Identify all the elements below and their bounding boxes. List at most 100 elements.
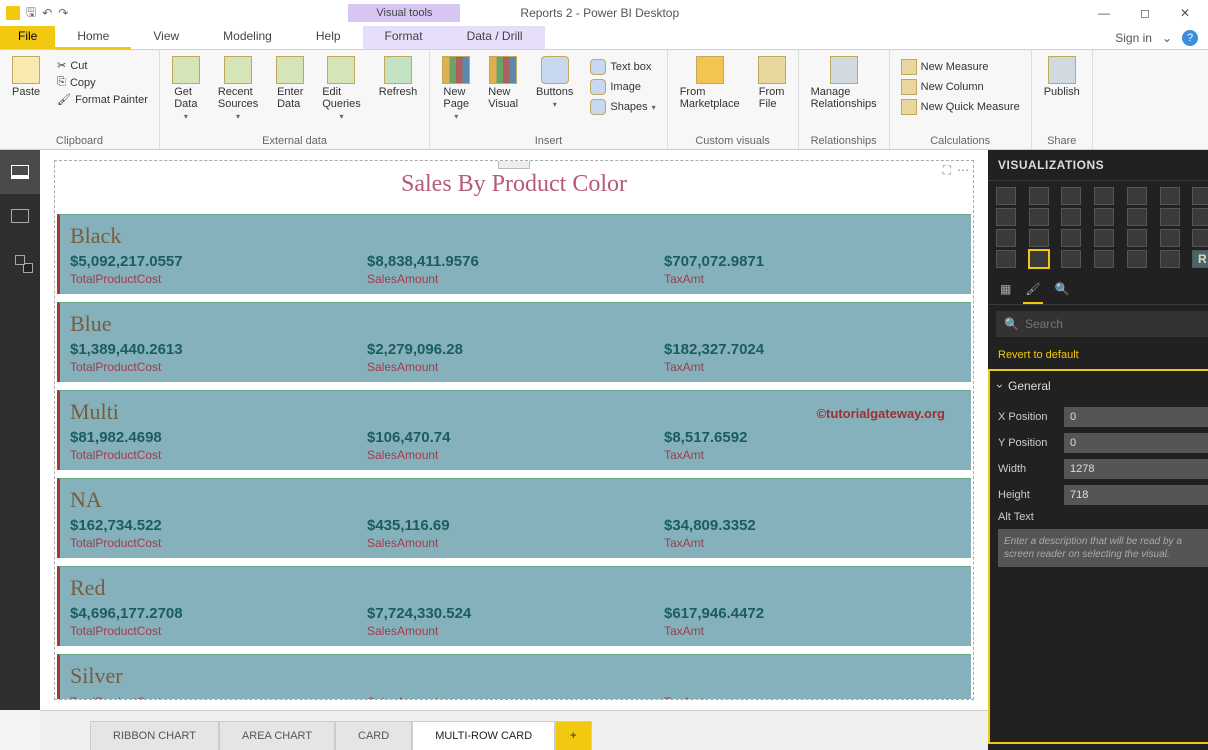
viz-pie-icon[interactable]	[996, 229, 1016, 247]
viz-100-column-icon[interactable]	[1160, 187, 1180, 205]
tab-home[interactable]: Home	[55, 26, 131, 50]
get-data-button[interactable]: Get Data▾	[168, 54, 204, 123]
card-category: Black	[70, 223, 961, 249]
edit-queries-button[interactable]: Edit Queries▾	[318, 54, 365, 123]
viz-waterfall-icon[interactable]	[1160, 208, 1180, 226]
shapes-button[interactable]: Shapes▾	[587, 98, 658, 116]
redo-icon[interactable]: ↷	[58, 6, 68, 20]
tab-help[interactable]: Help	[294, 26, 363, 49]
card-label: SalesAmount	[367, 624, 664, 638]
new-measure-button[interactable]: New Measure	[898, 58, 1023, 76]
add-page-button[interactable]: +	[555, 721, 591, 750]
card-label: SalesAmount	[367, 272, 664, 286]
page-tab-ribbon[interactable]: RIBBON CHART	[90, 721, 219, 750]
viz-filled-map-icon[interactable]	[1127, 229, 1147, 247]
help-icon[interactable]: ?	[1182, 30, 1198, 46]
fields-tab-icon[interactable]: ▦	[1000, 282, 1011, 296]
title-bar: 🖫 ↶ ↷ Visual tools Reports 2 - Power BI …	[0, 0, 1208, 26]
viz-line-stacked-icon[interactable]	[1061, 208, 1081, 226]
refresh-button[interactable]: Refresh	[375, 54, 422, 100]
viz-clustered-bar-icon[interactable]	[1061, 187, 1081, 205]
viz-line-icon[interactable]	[1192, 187, 1208, 205]
card-metric: $617,946.4472	[664, 605, 961, 622]
watermark: ©tutorialgateway.org	[816, 406, 945, 421]
from-marketplace-button[interactable]: From Marketplace	[676, 54, 744, 112]
manage-relationships-button[interactable]: Manage Relationships	[807, 54, 881, 112]
alt-text-area[interactable]: Enter a description that will be read by…	[998, 529, 1208, 567]
paste-button[interactable]: Paste	[8, 54, 44, 100]
undo-icon[interactable]: ↶	[42, 6, 52, 20]
recent-sources-button[interactable]: Recent Sources▾	[214, 54, 262, 123]
search-box[interactable]: 🔍	[996, 311, 1208, 337]
tab-datadrill[interactable]: Data / Drill	[445, 26, 545, 49]
viz-donut-icon[interactable]	[1029, 229, 1049, 247]
viz-clustered-column-icon[interactable]	[1094, 187, 1114, 205]
viz-stacked-area-icon[interactable]	[1029, 208, 1049, 226]
cut-button[interactable]: ✂Cut	[54, 58, 151, 73]
page-tab-card[interactable]: CARD	[335, 721, 412, 750]
x-position-input[interactable]	[1064, 407, 1208, 427]
minimize-button[interactable]: —	[1092, 4, 1116, 22]
right-panel: VISUALIZATIONS › R ▦ 🖌 🔍 🔍 Revert to def…	[988, 150, 1208, 750]
viz-kpi-icon[interactable]	[1061, 250, 1081, 268]
from-file-button[interactable]: From File	[754, 54, 790, 112]
visualizations-header[interactable]: VISUALIZATIONS ›	[988, 150, 1208, 181]
brush-icon: 🖌	[57, 93, 71, 106]
chevron-down-icon[interactable]: ⌄	[1162, 31, 1172, 45]
viz-stacked-bar-icon[interactable]	[996, 187, 1016, 205]
height-input[interactable]	[1064, 485, 1208, 505]
data-view-icon[interactable]	[0, 194, 40, 238]
card-label: TaxAmt	[664, 536, 961, 550]
image-button[interactable]: Image	[587, 78, 658, 96]
report-view-icon[interactable]	[0, 150, 40, 194]
general-header[interactable]: ›General	[998, 377, 1208, 401]
tab-view[interactable]: View	[131, 26, 201, 49]
viz-line-clustered-icon[interactable]	[1094, 208, 1114, 226]
copy-button[interactable]: ⎘Copy	[54, 75, 151, 90]
viz-r-icon[interactable]: R	[1192, 250, 1208, 268]
y-position-input[interactable]	[1064, 433, 1208, 453]
analytics-tab-icon[interactable]: 🔍	[1055, 282, 1070, 296]
new-column-button[interactable]: New Column	[898, 78, 1023, 96]
viz-slicer-icon[interactable]	[1094, 250, 1114, 268]
tab-format[interactable]: Format	[363, 26, 445, 49]
tab-modeling[interactable]: Modeling	[201, 26, 294, 49]
viz-matrix-icon[interactable]	[1160, 250, 1180, 268]
publish-button[interactable]: Publish	[1040, 54, 1084, 100]
model-view-icon[interactable]	[0, 238, 40, 282]
new-quick-measure-button[interactable]: New Quick Measure	[898, 98, 1023, 116]
close-button[interactable]: ✕	[1174, 4, 1196, 22]
viz-map-icon[interactable]	[1094, 229, 1114, 247]
viz-100-bar-icon[interactable]	[1127, 187, 1147, 205]
viz-ribbon-icon[interactable]	[1127, 208, 1147, 226]
search-input[interactable]	[1025, 317, 1208, 331]
format-tab-icon[interactable]: 🖌	[1025, 282, 1040, 296]
viz-multi-row-card-icon[interactable]	[1029, 250, 1049, 268]
focus-mode-icon[interactable]: ⛶	[943, 163, 951, 178]
viz-treemap-icon[interactable]	[1061, 229, 1081, 247]
revert-link[interactable]: Revert to default	[988, 343, 1208, 367]
new-visual-button[interactable]: New Visual	[484, 54, 522, 112]
visual-canvas[interactable]: ⛶⋯ Sales By Product Color Black $5,092,2…	[54, 160, 974, 700]
width-input[interactable]	[1064, 459, 1208, 479]
viz-card-icon[interactable]	[996, 250, 1016, 268]
viz-stacked-column-icon[interactable]	[1029, 187, 1049, 205]
buttons-button[interactable]: Buttons▾	[532, 54, 577, 111]
textbox-button[interactable]: Text box	[587, 58, 658, 76]
viz-table-icon[interactable]	[1127, 250, 1147, 268]
enter-data-button[interactable]: Enter Data	[272, 54, 308, 112]
new-page-button[interactable]: New Page▾	[438, 54, 474, 123]
maximize-button[interactable]: ◻	[1134, 4, 1156, 22]
sign-in-link[interactable]: Sign in	[1115, 31, 1152, 45]
page-tab-multirow[interactable]: MULTI-ROW CARD	[412, 721, 555, 750]
tab-file[interactable]: File	[0, 26, 55, 49]
more-icon[interactable]: ⋯	[957, 163, 969, 178]
viz-funnel-icon[interactable]	[1160, 229, 1180, 247]
copy-icon: ⎘	[57, 76, 66, 89]
viz-scatter-icon[interactable]	[1192, 208, 1208, 226]
format-painter-button[interactable]: 🖌Format Painter	[54, 92, 151, 107]
page-tab-area[interactable]: AREA CHART	[219, 721, 335, 750]
viz-area-icon[interactable]	[996, 208, 1016, 226]
save-icon[interactable]: 🖫	[26, 3, 36, 24]
viz-gauge-icon[interactable]	[1192, 229, 1208, 247]
